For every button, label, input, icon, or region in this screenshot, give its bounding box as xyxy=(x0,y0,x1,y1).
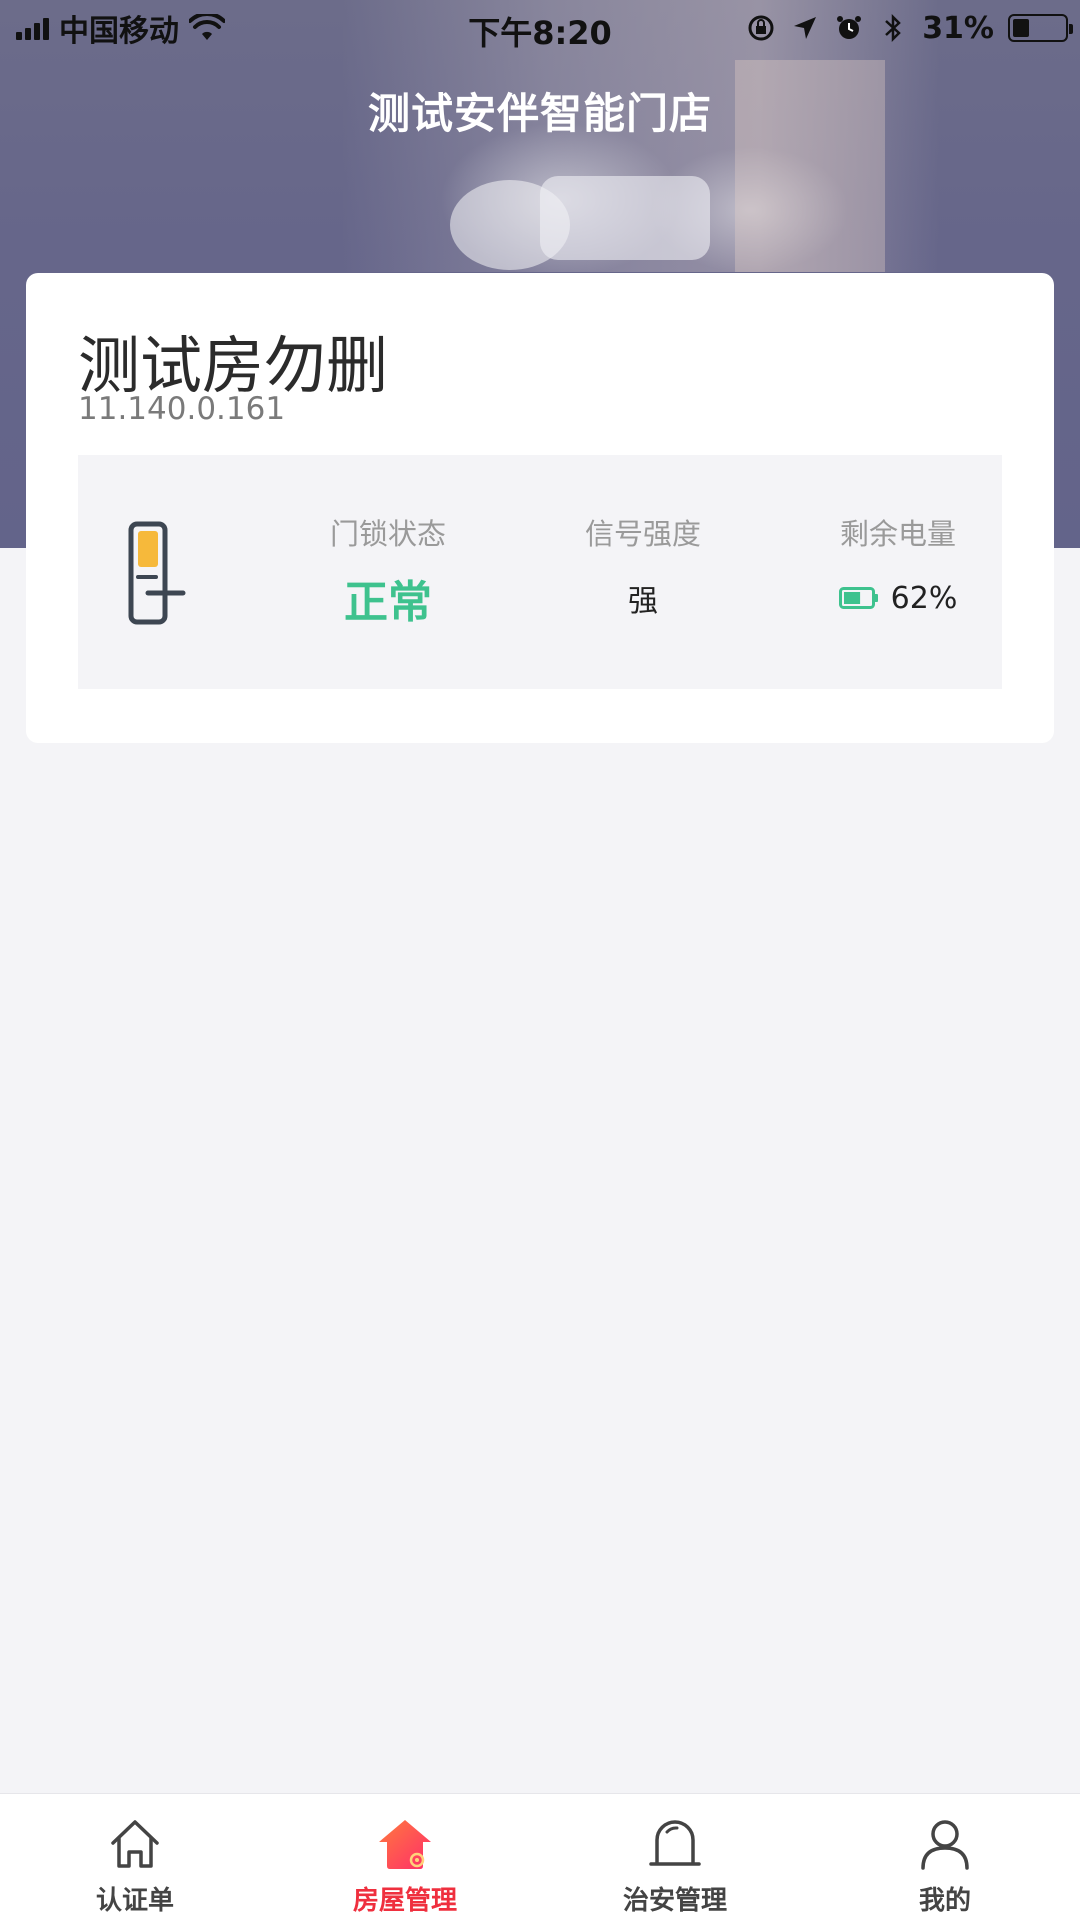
tab-house-management[interactable]: 房屋管理 xyxy=(270,1794,540,1920)
signal-strength-stat: 信号强度 强 xyxy=(533,511,753,625)
tab-label: 认证单 xyxy=(95,1886,174,1916)
battery-icon xyxy=(1008,14,1073,42)
lock-info-panel: 门锁状态 正常 信号强度 强 剩余电量 62% xyxy=(78,455,1002,689)
battery-level-label: 剩余电量 xyxy=(839,517,956,551)
tab-mine[interactable]: 我的 xyxy=(810,1794,1080,1920)
user-icon xyxy=(921,1820,969,1870)
signal-strength-label: 信号强度 xyxy=(584,517,701,551)
rotation-lock-icon xyxy=(746,13,776,43)
battery-level-value: 62% xyxy=(890,580,958,616)
bluetooth-icon xyxy=(878,13,908,43)
status-bar: 中国移动 下午8:20 31% xyxy=(0,0,1080,56)
app-screen: 中国移动 下午8:20 31% 测试安伴智能门店 测试房勿删 11.140.0.… xyxy=(0,0,1080,1920)
room-card[interactable]: 测试房勿删 11.140.0.161 门锁状态 正常 信号强度 强 剩余电量 6… xyxy=(26,273,1054,743)
tab-label: 房屋管理 xyxy=(352,1886,457,1916)
tab-auth-list[interactable]: 认证单 xyxy=(0,1794,270,1920)
location-icon xyxy=(790,13,820,43)
bottom-tab-bar: 认证单 房屋管理 治安管理 我的 xyxy=(0,1793,1080,1920)
pillow-shape xyxy=(540,176,710,260)
battery-level-stat: 剩余电量 62% xyxy=(788,511,1008,625)
lock-status-value: 正常 xyxy=(344,577,432,628)
room-ip: 11.140.0.161 xyxy=(78,391,286,427)
tab-label: 我的 xyxy=(918,1886,971,1916)
tab-security-management[interactable]: 治安管理 xyxy=(540,1794,810,1920)
lock-status-label: 门锁状态 xyxy=(329,517,446,551)
alarm-icon xyxy=(834,13,864,43)
battery-percent: 31% xyxy=(922,10,994,46)
shield-arch-icon xyxy=(649,1820,701,1866)
tab-label: 治安管理 xyxy=(622,1886,727,1916)
door-lock-icon xyxy=(128,521,186,625)
battery-icon xyxy=(838,587,878,609)
home-icon xyxy=(111,1820,159,1868)
page-title: 测试安伴智能门店 xyxy=(367,89,712,138)
house-gear-icon xyxy=(379,1820,431,1869)
lock-status-stat: 门锁状态 正常 xyxy=(278,511,498,628)
signal-strength-value: 强 xyxy=(628,584,658,619)
